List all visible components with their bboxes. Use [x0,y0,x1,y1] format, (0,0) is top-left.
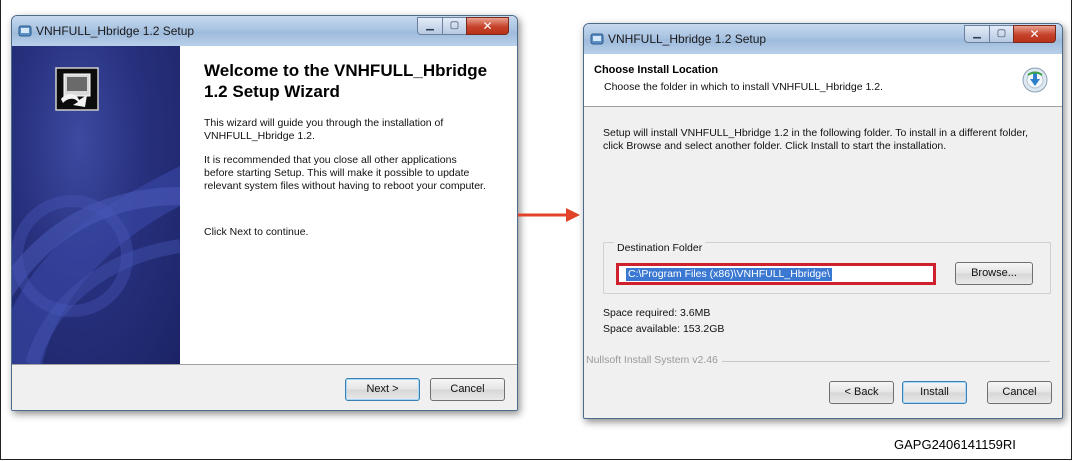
title-bar[interactable]: VNHFULL_Hbridge 1.2 Setup ▁ ▢ ✕ [584,24,1062,54]
destination-folder-group: Destination Folder C:\Program Files (x86… [603,242,1051,294]
welcome-content: Welcome to the VNHFULL_Hbridge 1.2 Setup… [180,46,517,364]
welcome-setup-window: VNHFULL_Hbridge 1.2 Setup ▁ ▢ ✕ Welcome … [11,15,518,411]
space-available-text: Space available: 153.2GB [603,323,725,335]
destination-folder-label: Destination Folder [614,242,706,254]
recommendation-paragraph: It is recommended that you close all oth… [204,154,486,192]
page-subtitle: Choose the folder in which to install VN… [604,81,883,93]
close-button[interactable]: ✕ [466,17,509,35]
flow-arrow-icon [518,208,580,222]
install-location-window: VNHFULL_Hbridge 1.2 Setup ▁ ▢ ✕ Choose I… [583,23,1063,419]
intro-paragraph: This wizard will guide you through the i… [204,117,444,142]
back-button[interactable]: < Back [829,381,894,404]
destination-path-value: C:\Program Files (x86)\VNHFULL_Hbridge\ [626,268,832,281]
maximize-button[interactable]: ▢ [442,17,467,35]
cancel-button[interactable]: Cancel [987,381,1052,404]
nsis-branding: Nullsoft Install System v2.46 [584,354,1062,368]
maximize-button[interactable]: ▢ [989,25,1014,43]
figure-title [0,0,1072,8]
wizard-side-banner [12,46,180,364]
page-header: Choose Install Location Choose the folde… [584,54,1062,107]
space-required-text: Space required: 3.6MB [603,307,711,319]
minimize-button[interactable]: ▁ [964,25,990,43]
window-title: VNHFULL_Hbridge 1.2 Setup [608,32,767,46]
install-description: Setup will install VNHFULL_Hbridge 1.2 i… [603,127,1029,152]
installer-app-icon [590,33,604,45]
close-button[interactable]: ✕ [1013,25,1056,43]
page-title: Choose Install Location [594,64,719,76]
setup-disc-icon [1022,67,1048,93]
next-button[interactable]: Next > [345,378,420,401]
cancel-button[interactable]: Cancel [430,378,505,401]
browse-button[interactable]: Browse... [955,262,1033,285]
install-button[interactable]: Install [902,381,967,404]
figure-code: GAPG2406141159RI [894,437,1016,452]
nsis-version-text: Nullsoft Install System v2.46 [586,354,722,366]
installer-app-icon [18,25,32,37]
button-bar: Next > Cancel [12,364,517,410]
continue-paragraph: Click Next to continue. [204,226,309,238]
welcome-heading: Welcome to the VNHFULL_Hbridge 1.2 Setup… [204,61,488,101]
minimize-button[interactable]: ▁ [417,17,443,35]
installer-box-icon [55,67,99,111]
destination-path-input[interactable]: C:\Program Files (x86)\VNHFULL_Hbridge\ [616,263,936,285]
title-bar[interactable]: VNHFULL_Hbridge 1.2 Setup ▁ ▢ ✕ [12,16,517,46]
branding-divider [704,361,1050,362]
window-title: VNHFULL_Hbridge 1.2 Setup [36,24,195,38]
